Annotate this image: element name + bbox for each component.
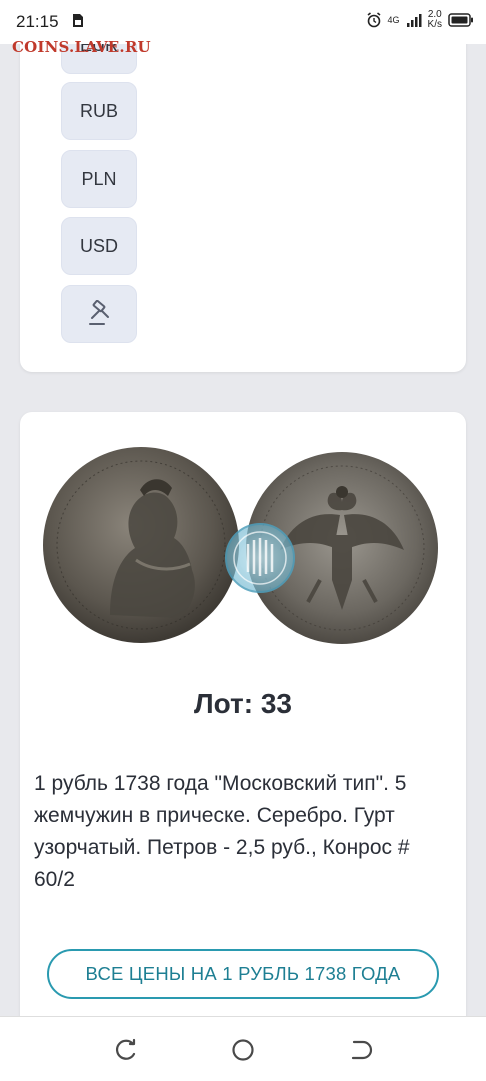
status-icons: 4G 2.0 K/s [366, 10, 474, 30]
currency-button-rub[interactable]: RUB [61, 82, 137, 140]
recent-apps-icon[interactable] [113, 1037, 139, 1063]
auction-gavel-icon [89, 300, 109, 325]
navigation-bar [0, 1016, 486, 1081]
coin-photo[interactable] [40, 440, 450, 650]
back-icon[interactable] [348, 1037, 374, 1063]
auction-button[interactable] [61, 285, 137, 343]
all-prices-label: ВСЕ ЦЕНЫ НА 1 РУБЛЬ 1738 ГОДА [85, 963, 401, 984]
lot-card: Лот: 33 1 рубль 1738 года "Московский ти… [20, 412, 466, 1052]
currency-button-pln[interactable]: PLN [61, 150, 137, 208]
currency-card: EUR RUB PLN USD [20, 16, 466, 372]
signal-icon [406, 14, 422, 27]
currency-label: PLN [81, 168, 117, 189]
net-speed: 2.0 K/s [428, 10, 442, 30]
lot-description: 1 рубль 1738 года "Московский тип". 5 же… [34, 772, 410, 891]
currency-label: RUB [79, 100, 118, 121]
net-speed-unit: K/s [427, 19, 442, 30]
lot-title: Лот: 33 [193, 688, 292, 719]
status-time: 21:15 [16, 12, 59, 31]
network-type: 4G [387, 15, 400, 25]
home-icon[interactable] [230, 1037, 256, 1063]
all-prices-button[interactable]: ВСЕ ЦЕНЫ НА 1 РУБЛЬ 1738 ГОДА [47, 949, 439, 999]
currency-button-usd[interactable]: USD [61, 217, 137, 275]
watermark: COINS.LAVE.RU [12, 38, 151, 56]
alarm-icon [367, 12, 381, 28]
currency-label: USD [79, 235, 118, 256]
battery-icon [448, 13, 473, 27]
sim-card-icon [73, 14, 83, 27]
